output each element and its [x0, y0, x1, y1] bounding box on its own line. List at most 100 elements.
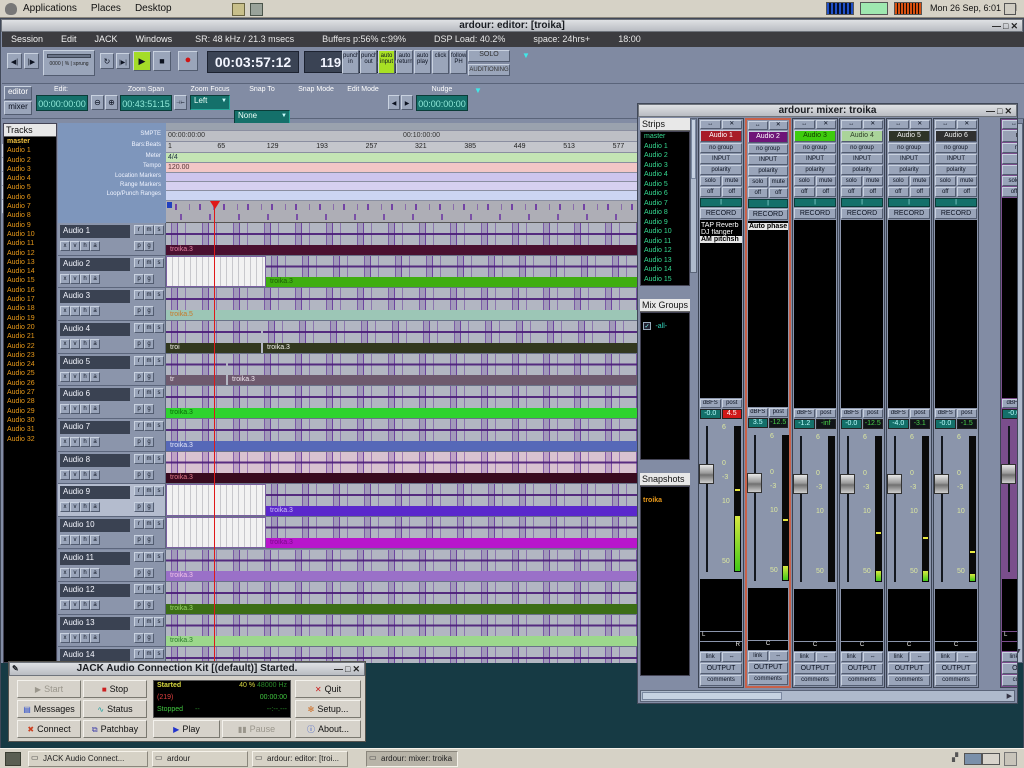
- strip-width-button[interactable]: ↔: [794, 120, 815, 129]
- processor-item[interactable]: AM pitchsh: [700, 236, 742, 243]
- toggle-punch-out[interactable]: punch out: [360, 50, 377, 74]
- track-a-button[interactable]: a: [90, 633, 100, 643]
- tracks-list-item[interactable]: Audio 7: [4, 202, 56, 211]
- menu-jack[interactable]: JACK: [86, 32, 127, 44]
- track-header-audio-9[interactable]: Audio 9rmsxvhapg: [58, 484, 166, 517]
- track-p-button[interactable]: p: [134, 470, 144, 480]
- track-v-button[interactable]: v: [70, 502, 80, 512]
- gain-automation-display[interactable]: |: [794, 198, 836, 207]
- track-p-button[interactable]: p: [134, 274, 144, 284]
- playhead-marker[interactable]: [210, 201, 220, 209]
- zoom-focus-select[interactable]: Left: [190, 95, 230, 110]
- processor-box[interactable]: [1002, 198, 1017, 398]
- strips-list-item[interactable]: Audio 13: [641, 256, 689, 266]
- menu-session[interactable]: Session: [2, 32, 52, 44]
- tab-editor[interactable]: editor: [4, 86, 32, 100]
- tracks-list-item[interactable]: Audio 23: [4, 351, 56, 360]
- strip-solo-button[interactable]: solo: [841, 176, 862, 186]
- strip-output-button[interactable]: OUTPUT: [1002, 663, 1017, 674]
- track-name-button[interactable]: Audio 11: [60, 552, 130, 565]
- pan-automation-button[interactable]: ⇔: [957, 652, 978, 662]
- strip-comments-button[interactable]: comments: [888, 675, 930, 686]
- track-x-button[interactable]: x: [60, 404, 70, 414]
- track-s-button[interactable]: s: [154, 421, 164, 431]
- menu-edit[interactable]: Edit: [52, 32, 86, 44]
- strip-post-off-button[interactable]: off: [722, 187, 743, 197]
- track-r-button[interactable]: r: [134, 649, 144, 659]
- track-a-button[interactable]: a: [90, 372, 100, 382]
- strip-mute-button[interactable]: mute: [957, 176, 978, 186]
- taskbar-item[interactable]: ardour: editor: [troi...: [252, 751, 348, 767]
- jack-titlebar[interactable]: ✎ JACK Audio Connection Kit [(default)] …: [9, 662, 365, 676]
- tracks-list-item[interactable]: Audio 11: [4, 239, 56, 248]
- strip-name-button[interactable]: Audio 5: [888, 130, 930, 142]
- meter-post-button[interactable]: post: [769, 408, 789, 417]
- zoom-out-button[interactable]: ⊖: [91, 95, 104, 110]
- ruler-label[interactable]: Meter: [58, 153, 164, 163]
- track-g-button[interactable]: g: [144, 372, 154, 382]
- track-h-button[interactable]: h: [80, 274, 90, 284]
- track-a-button[interactable]: a: [90, 437, 100, 447]
- workspace-2[interactable]: [982, 753, 1000, 765]
- strip-solo-button[interactable]: solo: [1002, 176, 1017, 186]
- tracks-list-item[interactable]: Audio 8: [4, 211, 56, 220]
- track-m-button[interactable]: m: [144, 225, 154, 235]
- goto-start-button[interactable]: ◀|: [7, 53, 22, 69]
- strip-comments-button[interactable]: comments: [935, 675, 977, 686]
- strip-polarity-button[interactable]: polarity: [748, 166, 788, 176]
- strips-list-item[interactable]: Audio 11: [641, 237, 689, 247]
- track-s-button[interactable]: s: [154, 290, 164, 300]
- track-header-audio-8[interactable]: Audio 8rmsxvhapg: [58, 452, 166, 485]
- strip-width-button[interactable]: ↔: [700, 120, 721, 129]
- gain-automation-display[interactable]: |: [935, 198, 977, 207]
- strip-pre-off-button[interactable]: off: [700, 187, 721, 197]
- track-p-button[interactable]: p: [134, 306, 144, 316]
- pan-link-button[interactable]: link: [841, 652, 862, 662]
- pan-automation-button[interactable]: ⇔: [863, 652, 884, 662]
- strip-output-button[interactable]: OUTPUT: [888, 663, 930, 674]
- strips-list-item[interactable]: Audio 5: [641, 180, 689, 190]
- meter-point-button[interactable]: dBFS: [794, 409, 815, 418]
- scroll-thumb[interactable]: [642, 692, 782, 700]
- track-s-button[interactable]: s: [154, 617, 164, 627]
- track-x-button[interactable]: x: [60, 633, 70, 643]
- strip-mute-button[interactable]: mute: [722, 176, 743, 186]
- jack-play-button[interactable]: ▶Play: [153, 720, 220, 738]
- track-r-button[interactable]: r: [134, 225, 144, 235]
- stop-button[interactable]: ■: [153, 51, 171, 71]
- ruler-label[interactable]: Range Markers: [58, 182, 164, 191]
- track-a-button[interactable]: a: [90, 535, 100, 545]
- pan-slider[interactable]: C: [935, 642, 977, 651]
- meter-post-button[interactable]: post: [863, 409, 884, 418]
- gain-automation-display[interactable]: |: [841, 198, 883, 207]
- track-r-button[interactable]: r: [134, 421, 144, 431]
- strip-post-off-button[interactable]: off: [957, 187, 978, 197]
- track-p-button[interactable]: p: [134, 241, 144, 251]
- jack-connect-button[interactable]: ✖Connect: [17, 720, 81, 738]
- zoom-to-session-button[interactable]: ⊣⊢: [174, 95, 187, 110]
- tracks-list-item[interactable]: Audio 24: [4, 360, 56, 369]
- pan-link-button[interactable]: link: [700, 652, 721, 662]
- track-x-button[interactable]: x: [60, 274, 70, 284]
- track-h-button[interactable]: h: [80, 600, 90, 610]
- pan-link-button[interactable]: link: [794, 652, 815, 662]
- strip-group-button[interactable]: no group: [888, 143, 930, 153]
- nudge-back-button[interactable]: ◀: [388, 95, 400, 110]
- ruler-label[interactable]: Location Markers: [58, 173, 164, 182]
- pan-automation-button[interactable]: ⇔: [769, 651, 789, 661]
- strip-solo-button[interactable]: solo: [748, 177, 768, 187]
- track-g-button[interactable]: g: [144, 241, 154, 251]
- track-s-button[interactable]: s: [154, 388, 164, 398]
- gain-display[interactable]: -0.0: [1002, 409, 1017, 419]
- track-p-button[interactable]: p: [134, 339, 144, 349]
- gain-automation-display[interactable]: |: [700, 198, 742, 207]
- peak-display[interactable]: -1.5: [957, 419, 978, 429]
- jack-quit-button[interactable]: ✕Quit: [295, 680, 361, 698]
- taskbar-item[interactable]: JACK Audio Connect...: [28, 751, 148, 767]
- track-h-button[interactable]: h: [80, 404, 90, 414]
- zoom-in-button[interactable]: ⊕: [105, 95, 118, 110]
- track-r-button[interactable]: r: [134, 258, 144, 268]
- strips-list-item[interactable]: Audio 1: [641, 142, 689, 152]
- strips-list-item[interactable]: Audio 9: [641, 218, 689, 228]
- strip-hide-button[interactable]: ✕: [863, 120, 884, 129]
